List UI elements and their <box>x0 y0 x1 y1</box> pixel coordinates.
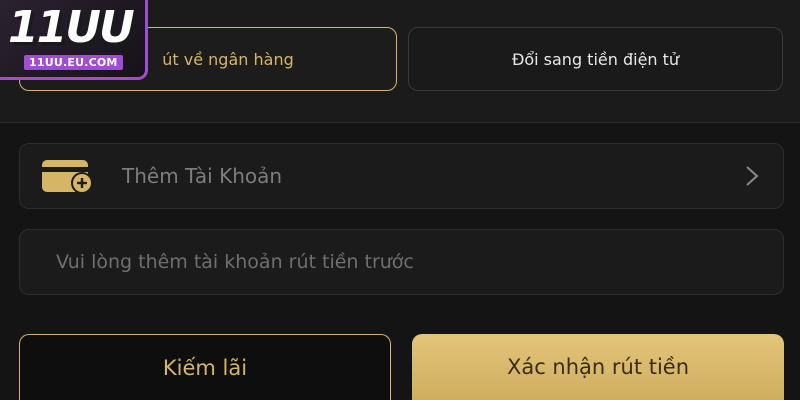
section-divider <box>0 122 800 123</box>
chevron-right-icon <box>746 166 759 186</box>
withdraw-account-hint: Vui lòng thêm tài khoản rút tiền trước <box>56 251 414 273</box>
brand-logo-text: 11UU <box>8 2 135 53</box>
tab-crypto-exchange[interactable]: Đổi sang tiền điện tử <box>408 27 783 91</box>
earn-interest-button[interactable]: Kiếm lãi <box>19 334 391 400</box>
add-account-row[interactable]: Thêm Tài Khoản <box>19 143 784 209</box>
withdraw-page: út về ngân hàng Đổi sang tiền điện tử 11… <box>0 0 800 400</box>
brand-logo: 11UU 11UU.EU.COM <box>0 0 148 80</box>
wallet-add-icon <box>42 160 93 194</box>
withdraw-account-hint-box[interactable]: Vui lòng thêm tài khoản rút tiền trước <box>19 229 784 295</box>
brand-logo-domain: 11UU.EU.COM <box>24 55 123 70</box>
tab-crypto-exchange-label: Đổi sang tiền điện tử <box>511 49 680 69</box>
confirm-withdraw-button[interactable]: Xác nhận rút tiền <box>412 334 784 400</box>
add-account-label: Thêm Tài Khoản <box>122 164 283 188</box>
